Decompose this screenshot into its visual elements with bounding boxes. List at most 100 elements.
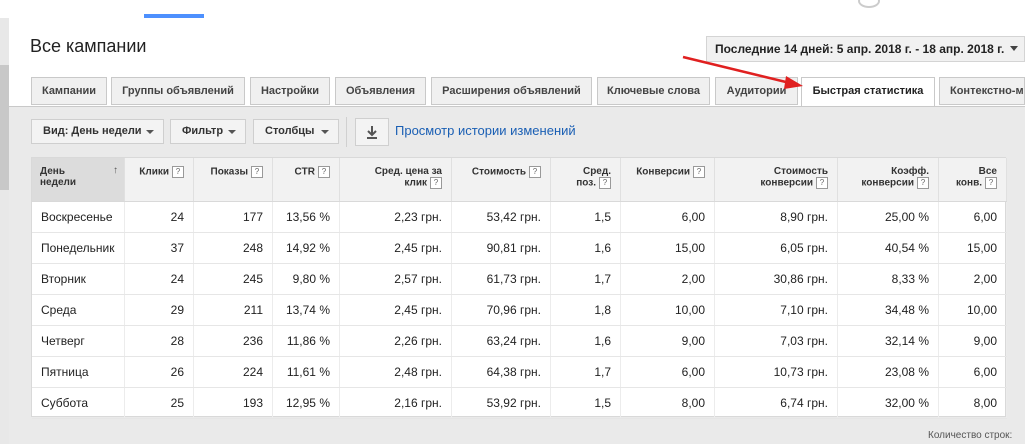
column-header-impressions[interactable]: Показы?	[194, 158, 273, 201]
column-header-cost-per-conversion[interactable]: Стоимость конверсии?	[715, 158, 838, 201]
column-header-label: CTR?	[273, 166, 330, 178]
cell-all-conversions: 6,00	[939, 202, 1007, 232]
help-icon[interactable]: ?	[172, 166, 184, 178]
stats-table: День недели ↑ Клики? Показы? CTR? Сред. цена з…	[31, 157, 1007, 419]
column-header-label: конверсии?	[838, 177, 929, 189]
cell-cost-per-conversion: 10,73 грн.	[715, 357, 838, 387]
help-icon[interactable]: ?	[816, 177, 828, 189]
column-header-label: клик?	[340, 177, 442, 189]
rows-count-label: Количество строк:	[928, 430, 1013, 441]
cell-conversions: 8,00	[621, 388, 715, 418]
chevron-down-icon	[228, 130, 236, 134]
help-icon[interactable]: ?	[529, 166, 541, 178]
cell-ctr: 11,86 %	[273, 326, 340, 356]
cell-clicks: 26	[125, 357, 194, 387]
view-dropdown-button[interactable]: Вид: День недели	[31, 119, 164, 144]
cell-avg-position: 1,5	[551, 388, 621, 418]
cell-avg-cpc: 2,26 грн.	[340, 326, 452, 356]
cell-cost: 53,92 грн.	[452, 388, 551, 418]
help-icon[interactable]: ?	[318, 166, 330, 178]
cell-ctr: 12,95 %	[273, 388, 340, 418]
change-history-link[interactable]: Просмотр истории изменений	[395, 123, 576, 138]
sort-arrow-icon[interactable]: ↑	[113, 165, 118, 176]
column-header-label: Сред.	[582, 166, 611, 177]
table-row[interactable]: Суббота 25 193 12,95 % 2,16 грн. 53,92 грн. 1,…	[32, 388, 1007, 419]
cell-avg-position: 1,6	[551, 233, 621, 263]
help-icon[interactable]: ?	[599, 177, 611, 189]
column-header-label: Коэфф.	[891, 166, 929, 177]
column-header-label: Все	[978, 166, 997, 177]
cell-avg-position: 1,5	[551, 202, 621, 232]
cell-ctr: 14,92 %	[273, 233, 340, 263]
filter-dropdown-button[interactable]: Фильтр	[170, 119, 246, 144]
cell-conversions: 15,00	[621, 233, 715, 263]
tab-display-network[interactable]: Контекстно-медийная	[939, 77, 1025, 105]
table-row[interactable]: Воскресенье 24 177 13,56 % 2,23 грн. 53,42 гр…	[32, 202, 1007, 233]
cell-conversion-rate: 8,33 %	[838, 264, 939, 294]
cell-impressions: 211	[194, 295, 273, 325]
tab-ad-groups[interactable]: Группы объявлений	[111, 77, 245, 105]
column-header-cost[interactable]: Стоимость?	[452, 158, 551, 201]
table-row[interactable]: Понедельник 37 248 14,92 % 2,45 грн. 90,81 гр…	[32, 233, 1007, 264]
tab-settings[interactable]: Настройки	[250, 77, 330, 105]
cell-day-of-week: Четверг	[32, 326, 125, 356]
table-row[interactable]: Пятница 26 224 11,61 % 2,48 грн. 64,38 грн. 1,…	[32, 357, 1007, 388]
table-row[interactable]: Среда 29 211 13,74 % 2,45 грн. 70,96 грн. 1,8 1…	[32, 295, 1007, 326]
cell-cost: 70,96 грн.	[452, 295, 551, 325]
cell-conversions: 6,00	[621, 202, 715, 232]
cell-clicks: 37	[125, 233, 194, 263]
columns-dropdown-button[interactable]: Столбцы	[253, 119, 339, 144]
cell-cost: 63,24 грн.	[452, 326, 551, 356]
cell-cost-per-conversion: 8,90 грн.	[715, 202, 838, 232]
tab-ad-extensions[interactable]: Расширения объявлений	[431, 77, 592, 105]
column-header-avg-cpc[interactable]: Сред. цена за клик?	[340, 158, 452, 201]
cell-ctr: 11,61 %	[273, 357, 340, 387]
cell-clicks: 25	[125, 388, 194, 418]
column-header-conversions[interactable]: Конверсии?	[621, 158, 715, 201]
download-icon	[367, 126, 377, 139]
cell-avg-cpc: 2,23 грн.	[340, 202, 452, 232]
column-header-day-of-week[interactable]: День недели ↑	[32, 158, 125, 201]
column-header-all-conversions[interactable]: Все конв.?	[939, 158, 1007, 201]
cell-conversion-rate: 40,54 %	[838, 233, 939, 263]
column-header-avg-position[interactable]: Сред. поз.?	[551, 158, 621, 201]
view-dropdown-label: Вид: День недели	[43, 125, 142, 137]
cell-conversion-rate: 32,14 %	[838, 326, 939, 356]
table-header-row: День недели ↑ Клики? Показы? CTR? Сред. цена з…	[32, 158, 1007, 202]
help-icon[interactable]: ?	[430, 177, 442, 189]
tab-campaigns[interactable]: Кампании	[31, 77, 107, 105]
cell-impressions: 177	[194, 202, 273, 232]
cell-avg-cpc: 2,45 грн.	[340, 233, 452, 263]
cell-all-conversions: 15,00	[939, 233, 1007, 263]
cell-conversions: 9,00	[621, 326, 715, 356]
cell-day-of-week: Воскресенье	[32, 202, 125, 232]
cell-all-conversions: 10,00	[939, 295, 1007, 325]
cell-impressions: 224	[194, 357, 273, 387]
table-row[interactable]: Четверг 28 236 11,86 % 2,26 грн. 63,24 грн. 1,…	[32, 326, 1007, 357]
cell-avg-cpc: 2,48 грн.	[340, 357, 452, 387]
help-icon[interactable]: ?	[251, 166, 263, 178]
cell-impressions: 236	[194, 326, 273, 356]
cell-all-conversions: 9,00	[939, 326, 1007, 356]
cell-day-of-week: Суббота	[32, 388, 125, 418]
tab-keywords[interactable]: Ключевые слова	[597, 77, 710, 105]
tab-quick-stats[interactable]: Быстрая статистика	[801, 77, 935, 107]
tab-audiences[interactable]: Аудитории	[715, 77, 798, 105]
cell-avg-cpc: 2,57 грн.	[340, 264, 452, 294]
account-icon[interactable]	[858, 0, 880, 8]
help-icon[interactable]: ?	[693, 166, 705, 178]
tab-ads[interactable]: Объявления	[335, 77, 426, 105]
column-header-conversion-rate[interactable]: Коэфф. конверсии?	[838, 158, 939, 201]
column-header-label: недели	[40, 177, 77, 188]
help-icon[interactable]: ?	[985, 177, 997, 189]
download-button[interactable]	[355, 118, 389, 146]
column-header-label: Сред. цена за	[374, 166, 442, 177]
cell-conversions: 2,00	[621, 264, 715, 294]
help-icon[interactable]: ?	[917, 177, 929, 189]
table-row[interactable]: Вторник 24 245 9,80 % 2,57 грн. 61,73 грн. 1,7…	[32, 264, 1007, 295]
cell-avg-cpc: 2,45 грн.	[340, 295, 452, 325]
column-header-clicks[interactable]: Клики?	[125, 158, 194, 201]
column-header-ctr[interactable]: CTR?	[273, 158, 340, 201]
date-range-selector[interactable]: Последние 14 дней: 5 апр. 2018 г. - 18 а…	[706, 36, 1025, 62]
toolbar-divider	[346, 117, 347, 147]
